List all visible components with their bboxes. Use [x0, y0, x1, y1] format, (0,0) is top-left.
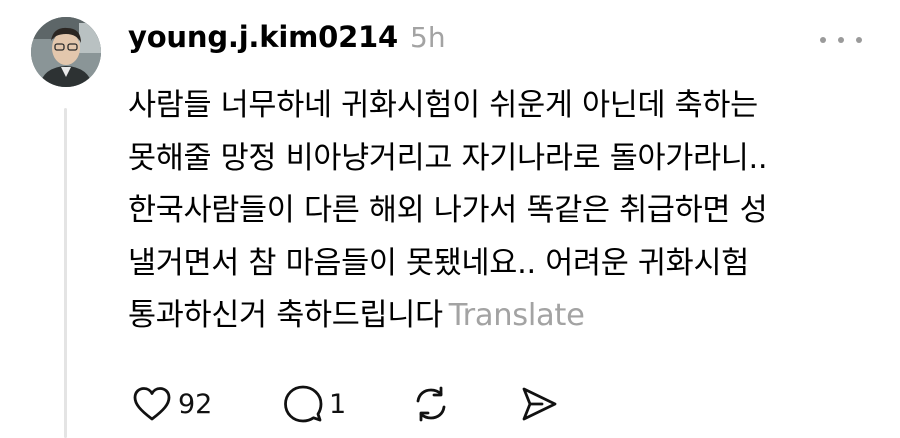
repost-button[interactable]: [413, 378, 449, 430]
post-body: 사람들 너무하네 귀화시험이 쉬운게 아닌데 축하는 못해줄 망정 비아냥거리고…: [128, 80, 873, 343]
more-dot: [820, 37, 826, 43]
avatar-image: [31, 17, 101, 87]
username[interactable]: young.j.kim0214: [128, 20, 398, 54]
post-text-line: 사람들 너무하네 귀화시험이 쉬운게 아닌데 축하는: [128, 88, 758, 123]
post-text-last-line: 통과하신거 축하드립니다 Translate: [128, 290, 873, 343]
post-text-line: 못해줄 망정 비아냥거리고 자기나라로 돌아가라니..: [128, 140, 768, 176]
more-dot: [856, 37, 862, 43]
post-time: 5h: [410, 21, 446, 54]
more-dot: [838, 37, 844, 43]
post-text-line: 한국사람들이 다른 해외 나가서 똑같은 취급하면 성: [128, 193, 768, 228]
post-text-line: 낼거면서 참 마음들이 못됐네요.. 어려운 귀화시험: [128, 245, 749, 281]
likes-count: 92: [178, 388, 213, 420]
more-options-icon[interactable]: [820, 35, 862, 45]
post-text-line: 통과하신거 축하드립니다: [128, 298, 443, 333]
thread-line: [64, 108, 67, 438]
avatar[interactable]: [31, 17, 101, 87]
share-button[interactable]: [520, 378, 558, 430]
like-button[interactable]: 92: [132, 378, 212, 430]
repost-icon: [416, 386, 446, 422]
thread-post: young.j.kim0214 5h 사람들 너무하네 귀화시험이 쉬운게 아닌…: [0, 0, 900, 438]
comment-icon: [284, 385, 323, 423]
reply-button[interactable]: 1: [283, 378, 346, 430]
post-header: young.j.kim0214 5h: [128, 20, 446, 64]
translate-link[interactable]: Translate: [449, 298, 585, 333]
replies-count: 1: [329, 388, 347, 420]
heart-icon: [133, 387, 171, 421]
send-icon: [522, 387, 557, 421]
